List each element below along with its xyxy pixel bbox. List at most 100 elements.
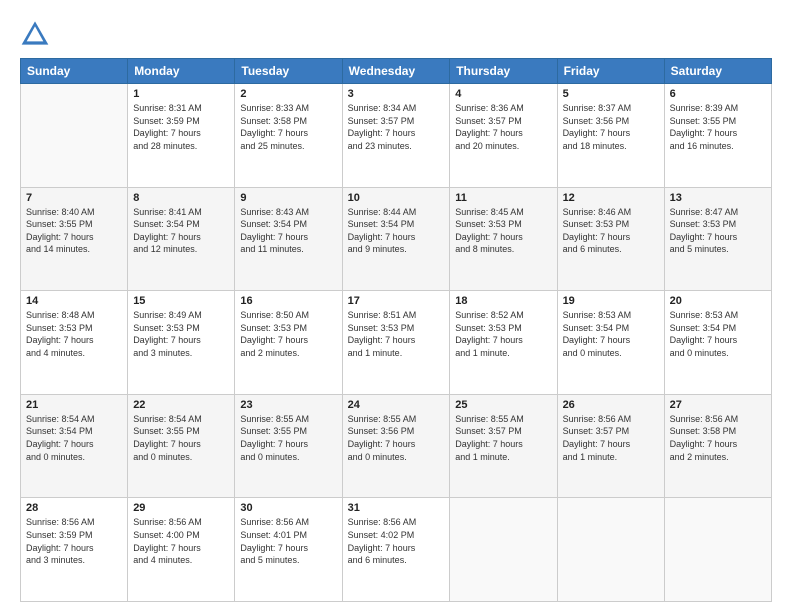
weekday-header: Saturday: [664, 59, 771, 84]
calendar-cell: 21 Sunrise: 8:54 AMSunset: 3:54 PMDayligh…: [21, 394, 128, 498]
day-info: Sunrise: 8:53 AMSunset: 3:54 PMDaylight:…: [670, 309, 766, 359]
calendar-week-row: 1 Sunrise: 8:31 AMSunset: 3:59 PMDaylight…: [21, 84, 772, 188]
day-number: 8: [133, 192, 229, 204]
calendar-cell: 23 Sunrise: 8:55 AMSunset: 3:55 PMDayligh…: [235, 394, 342, 498]
day-number: 29: [133, 502, 229, 514]
day-info: Sunrise: 8:55 AMSunset: 3:55 PMDaylight:…: [240, 413, 336, 463]
calendar-cell: 12 Sunrise: 8:46 AMSunset: 3:53 PMDayligh…: [557, 187, 664, 291]
calendar-cell: 31 Sunrise: 8:56 AMSunset: 4:02 PMDayligh…: [342, 498, 450, 602]
day-info: Sunrise: 8:51 AMSunset: 3:53 PMDaylight:…: [348, 309, 445, 359]
day-number: 4: [455, 88, 551, 100]
day-number: 25: [455, 399, 551, 411]
day-number: 16: [240, 295, 336, 307]
calendar-cell: 2 Sunrise: 8:33 AMSunset: 3:58 PMDaylight…: [235, 84, 342, 188]
calendar-cell: 29 Sunrise: 8:56 AMSunset: 4:00 PMDayligh…: [128, 498, 235, 602]
day-number: 24: [348, 399, 445, 411]
calendar-cell: 25 Sunrise: 8:55 AMSunset: 3:57 PMDayligh…: [450, 394, 557, 498]
day-number: 23: [240, 399, 336, 411]
calendar-cell: 7 Sunrise: 8:40 AMSunset: 3:55 PMDaylight…: [21, 187, 128, 291]
calendar-cell: 9Sunrise: 8:43 AMSunset: 3:54 PMDaylight…: [235, 187, 342, 291]
day-number: 17: [348, 295, 445, 307]
calendar-cell: 28Sunrise: 8:56 AMSunset: 3:59 PMDayligh…: [21, 498, 128, 602]
day-number: 3: [348, 88, 445, 100]
page: SundayMondayTuesdayWednesdayThursdayFrid…: [0, 0, 792, 612]
day-info: Sunrise: 8:56 AMSunset: 4:00 PMDaylight:…: [133, 516, 229, 566]
calendar-cell: 14Sunrise: 8:48 AMSunset: 3:53 PMDayligh…: [21, 291, 128, 395]
day-number: 22: [133, 399, 229, 411]
day-number: 2: [240, 88, 336, 100]
calendar-cell: 26Sunrise: 8:56 AMSunset: 3:57 PMDayligh…: [557, 394, 664, 498]
calendar-cell: 11Sunrise: 8:45 AMSunset: 3:53 PMDayligh…: [450, 187, 557, 291]
calendar-week-row: 7 Sunrise: 8:40 AMSunset: 3:55 PMDaylight…: [21, 187, 772, 291]
calendar-cell: 8 Sunrise: 8:41 AMSunset: 3:54 PMDaylight…: [128, 187, 235, 291]
calendar-week-row: 14Sunrise: 8:48 AMSunset: 3:53 PMDayligh…: [21, 291, 772, 395]
day-info: Sunrise: 8:37 AMSunset: 3:56 PMDaylight:…: [563, 102, 659, 152]
day-number: 20: [670, 295, 766, 307]
day-info: Sunrise: 8:31 AMSunset: 3:59 PMDaylight:…: [133, 102, 229, 152]
day-number: 10: [348, 192, 445, 204]
calendar-cell: 27Sunrise: 8:56 AMSunset: 3:58 PMDayligh…: [664, 394, 771, 498]
day-info: Sunrise: 8:53 AMSunset: 3:54 PMDaylight:…: [563, 309, 659, 359]
day-info: Sunrise: 8:47 AMSunset: 3:53 PMDaylight:…: [670, 206, 766, 256]
calendar-cell: 30 Sunrise: 8:56 AMSunset: 4:01 PMDayligh…: [235, 498, 342, 602]
calendar-cell: [21, 84, 128, 188]
day-info: Sunrise: 8:34 AMSunset: 3:57 PMDaylight:…: [348, 102, 445, 152]
calendar-cell: [664, 498, 771, 602]
calendar-cell: 20 Sunrise: 8:53 AMSunset: 3:54 PMDayligh…: [664, 291, 771, 395]
logo: [20, 18, 54, 48]
day-info: Sunrise: 8:41 AMSunset: 3:54 PMDaylight:…: [133, 206, 229, 256]
day-info: Sunrise: 8:40 AMSunset: 3:55 PMDaylight:…: [26, 206, 122, 256]
day-number: 30: [240, 502, 336, 514]
day-info: Sunrise: 8:56 AMSunset: 4:01 PMDaylight:…: [240, 516, 336, 566]
day-info: Sunrise: 8:56 AMSunset: 4:02 PMDaylight:…: [348, 516, 445, 566]
calendar-cell: 5Sunrise: 8:37 AMSunset: 3:56 PMDaylight…: [557, 84, 664, 188]
day-info: Sunrise: 8:55 AMSunset: 3:56 PMDaylight:…: [348, 413, 445, 463]
day-number: 26: [563, 399, 659, 411]
logo-icon: [20, 18, 50, 48]
day-info: Sunrise: 8:54 AMSunset: 3:54 PMDaylight:…: [26, 413, 122, 463]
day-info: Sunrise: 8:46 AMSunset: 3:53 PMDaylight:…: [563, 206, 659, 256]
calendar-cell: 24 Sunrise: 8:55 AMSunset: 3:56 PMDayligh…: [342, 394, 450, 498]
calendar-week-row: 21 Sunrise: 8:54 AMSunset: 3:54 PMDayligh…: [21, 394, 772, 498]
day-info: Sunrise: 8:44 AMSunset: 3:54 PMDaylight:…: [348, 206, 445, 256]
calendar-week-row: 28Sunrise: 8:56 AMSunset: 3:59 PMDayligh…: [21, 498, 772, 602]
calendar: SundayMondayTuesdayWednesdayThursdayFrid…: [20, 58, 772, 602]
weekday-header: Monday: [128, 59, 235, 84]
calendar-cell: 17 Sunrise: 8:51 AMSunset: 3:53 PMDayligh…: [342, 291, 450, 395]
day-number: 28: [26, 502, 122, 514]
day-info: Sunrise: 8:33 AMSunset: 3:58 PMDaylight:…: [240, 102, 336, 152]
calendar-cell: 19 Sunrise: 8:53 AMSunset: 3:54 PMDayligh…: [557, 291, 664, 395]
day-info: Sunrise: 8:49 AMSunset: 3:53 PMDaylight:…: [133, 309, 229, 359]
calendar-cell: 15 Sunrise: 8:49 AMSunset: 3:53 PMDayligh…: [128, 291, 235, 395]
day-number: 19: [563, 295, 659, 307]
day-number: 7: [26, 192, 122, 204]
header: [20, 18, 772, 48]
weekday-header: Wednesday: [342, 59, 450, 84]
calendar-cell: 1 Sunrise: 8:31 AMSunset: 3:59 PMDaylight…: [128, 84, 235, 188]
day-number: 9: [240, 192, 336, 204]
calendar-cell: 18Sunrise: 8:52 AMSunset: 3:53 PMDayligh…: [450, 291, 557, 395]
weekday-header: Friday: [557, 59, 664, 84]
calendar-header-row: SundayMondayTuesdayWednesdayThursdayFrid…: [21, 59, 772, 84]
calendar-cell: 10 Sunrise: 8:44 AMSunset: 3:54 PMDayligh…: [342, 187, 450, 291]
day-number: 27: [670, 399, 766, 411]
day-number: 31: [348, 502, 445, 514]
day-number: 15: [133, 295, 229, 307]
day-number: 21: [26, 399, 122, 411]
day-info: Sunrise: 8:55 AMSunset: 3:57 PMDaylight:…: [455, 413, 551, 463]
weekday-header: Tuesday: [235, 59, 342, 84]
day-number: 18: [455, 295, 551, 307]
calendar-cell: [557, 498, 664, 602]
calendar-cell: 16Sunrise: 8:50 AMSunset: 3:53 PMDayligh…: [235, 291, 342, 395]
day-number: 6: [670, 88, 766, 100]
calendar-cell: [450, 498, 557, 602]
day-info: Sunrise: 8:36 AMSunset: 3:57 PMDaylight:…: [455, 102, 551, 152]
day-info: Sunrise: 8:48 AMSunset: 3:53 PMDaylight:…: [26, 309, 122, 359]
day-number: 1: [133, 88, 229, 100]
day-number: 13: [670, 192, 766, 204]
calendar-cell: 13 Sunrise: 8:47 AMSunset: 3:53 PMDayligh…: [664, 187, 771, 291]
day-number: 11: [455, 192, 551, 204]
calendar-cell: 22Sunrise: 8:54 AMSunset: 3:55 PMDayligh…: [128, 394, 235, 498]
calendar-cell: 4 Sunrise: 8:36 AMSunset: 3:57 PMDaylight…: [450, 84, 557, 188]
day-number: 12: [563, 192, 659, 204]
